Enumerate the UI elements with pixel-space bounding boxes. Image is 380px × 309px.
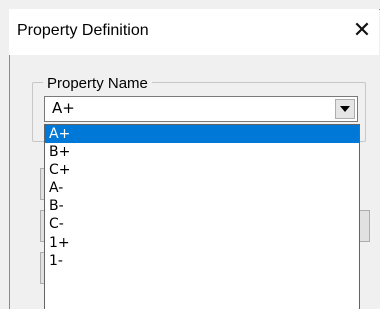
close-icon[interactable]: ✕ — [349, 18, 375, 44]
dropdown-option[interactable]: C- — [45, 215, 359, 233]
combobox-value: A+ — [52, 99, 75, 117]
dropdown-option[interactable]: 1- — [45, 252, 359, 270]
property-name-combobox[interactable]: A+ — [44, 96, 358, 122]
dropdown-option[interactable]: A- — [45, 179, 359, 197]
window-title: Property Definition — [17, 22, 149, 39]
dropdown-option[interactable]: 1+ — [45, 234, 359, 252]
group-legend: Property Name — [43, 75, 152, 92]
property-name-dropdown-list[interactable]: A+ B+ C+ A- B- C- 1+ 1- — [44, 124, 360, 309]
dropdown-option[interactable]: A+ — [45, 125, 359, 144]
chevron-down-icon — [340, 106, 350, 112]
dropdown-option[interactable]: B- — [45, 197, 359, 215]
title-bar: Property Definition ✕ — [9, 9, 379, 55]
dropdown-option[interactable]: B+ — [45, 143, 359, 161]
dropdown-button[interactable] — [335, 99, 355, 119]
dropdown-option[interactable]: C+ — [45, 161, 359, 179]
